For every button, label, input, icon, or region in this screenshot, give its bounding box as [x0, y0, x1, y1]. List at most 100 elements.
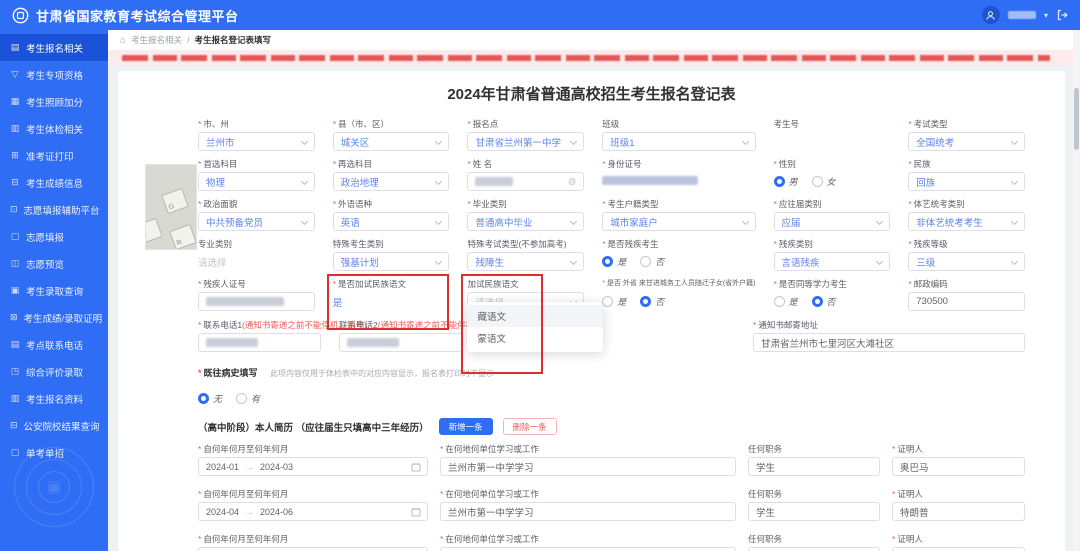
graduation-type-select[interactable]: 普通高中毕业 [467, 212, 585, 231]
user-avatar[interactable] [981, 6, 1000, 24]
duty-input[interactable]: 学生 [748, 547, 880, 551]
regpoint-select[interactable]: 甘肃省兰州第一中学 [467, 132, 585, 151]
field-duty: 任何职务 学生 [748, 488, 880, 521]
breadcrumb-section[interactable]: 考生报名相关 [131, 34, 182, 46]
sidebar-item-special-qualification[interactable]: ▽ 考生专项资格 [0, 61, 108, 88]
delete-entry-button[interactable]: 删除一条 [502, 418, 557, 435]
fresh-type-select[interactable]: 应届 [773, 212, 891, 231]
date-range-input[interactable]: 2024-07→2024-09 [198, 547, 428, 551]
field-label: 是否 外省 来甘进城务工人员随迁子女(省外户籍) [602, 278, 756, 289]
chevron-down-icon [435, 137, 443, 146]
radio-selected-icon [602, 256, 614, 267]
date-range-input[interactable]: 2024-04 → 2024-06 [198, 502, 428, 521]
ethnicity-select[interactable]: 回族 [908, 172, 1025, 191]
sidebar-item-ticket-print[interactable]: ⊞ 准考证打印 [0, 142, 108, 169]
field-phone1: 联系电话1(通知书寄递之前不能停机、销号) [198, 319, 367, 352]
sidebar-item-score-info[interactable]: ⊟ 考生成绩信息 [0, 169, 108, 196]
radio-have[interactable]: 有 [236, 392, 260, 405]
sidebar-item-comprehensive-eval[interactable]: ◳ 综合评价录取 [0, 358, 108, 385]
sidebar-item-volunteer-preview[interactable]: ◫ 志愿预览 [0, 250, 108, 277]
sidebar-item-registration-files[interactable]: ▥ 考生报名资料 [0, 385, 108, 412]
foreign-language-select[interactable]: 英语 [332, 212, 450, 231]
study-place-input[interactable]: 兰州市第十四中学学习 [440, 547, 736, 551]
political-select[interactable]: 中共预备党员 [198, 212, 315, 231]
sidebar-item-bonus-points[interactable]: ▦ 考生照顾加分 [0, 88, 108, 115]
date-range-input[interactable]: 2024-01 → 2024-03 [198, 457, 428, 476]
migrant-radio-group: 是 否 [602, 292, 755, 311]
name-input[interactable]: @ [467, 172, 585, 191]
sidebar-item-police-college-result[interactable]: ⊟ 公安院校结果查询 [0, 412, 108, 439]
radio-yes[interactable]: 是 [602, 255, 626, 268]
sidebar-item-site-phone[interactable]: ▤ 考点联系电话 [0, 331, 108, 358]
sidebar-item-physical-exam[interactable]: ▥ 考生体检相关 [0, 115, 108, 142]
scrollbar-thumb[interactable] [1074, 88, 1079, 150]
radio-no[interactable]: 否 [640, 255, 664, 268]
chevron-down-icon [435, 217, 443, 226]
field-label: 民族 [908, 158, 1025, 169]
major-type-placeholder: 请选择 [198, 258, 227, 269]
study-place-input[interactable]: 兰州市第一中学学习 [440, 502, 736, 521]
special-candidate-select[interactable]: 强基计划 [332, 252, 450, 271]
field-examtype: 考试类型 全国统考 [908, 118, 1025, 151]
field-re-subject: 再选科目 政治地理 [332, 158, 450, 191]
disability-level-select[interactable]: 三级 [908, 252, 1025, 271]
mail-address-input[interactable]: 甘肃省兰州市七里河区大滩社区 [753, 333, 1025, 352]
field-label: 证明人 [892, 488, 1025, 499]
resume-entry: 自何年何月至何年何月 2024-04→2024-06 在何地何单位学习或工作 兰… [198, 488, 1025, 528]
radio-no[interactable]: 否 [811, 295, 836, 308]
hukou-type-select[interactable]: 城市家庭户 [602, 212, 756, 231]
sidebar-item-score-proof[interactable]: ⊠ 考生成绩/录取证明 [0, 304, 108, 331]
radio-icon [811, 176, 823, 187]
radio-no[interactable]: 否 [640, 295, 664, 308]
witness-input[interactable]: 特朗普 [892, 502, 1025, 521]
dropdown-option[interactable]: 藏语文 [467, 305, 604, 327]
radio-none[interactable]: 无 [198, 392, 222, 405]
radio-yes[interactable]: 是 [602, 295, 626, 308]
field-label: 班级 [602, 119, 620, 129]
notice-text-redacted [122, 54, 1050, 61]
disability-type-select[interactable]: 言语残疾 [773, 252, 891, 271]
field-witness: 证明人 特朗普1 [892, 533, 1025, 551]
username-redacted[interactable] [1007, 11, 1036, 19]
field-mail-address: 通知书邮寄地址 甘肃省兰州市七里河区大滩社区 [753, 319, 1025, 352]
add-entry-button[interactable]: 新增一条 [438, 418, 493, 435]
special-exam-type-select[interactable]: 残障生 [467, 252, 585, 271]
sidebar-item-registration[interactable]: ▤ 考生报名相关 [0, 34, 108, 61]
radio-icon [236, 393, 248, 404]
examtype-select[interactable]: 全国统考 [908, 132, 1025, 151]
class-select[interactable]: 班级1 [602, 132, 756, 151]
sidebar-item-volunteer-assist[interactable]: ⊡ 志愿填报辅助平台 [0, 196, 108, 223]
field-label: 性别 [774, 158, 891, 169]
first-subject-select[interactable]: 物理 [198, 172, 315, 191]
witness-input[interactable]: 奥巴马 [892, 457, 1025, 476]
field-label: 自何年何月至何年何月 [198, 443, 428, 454]
study-place-input[interactable]: 兰州市第一中学学习 [440, 457, 736, 476]
logout-icon[interactable] [1056, 9, 1068, 21]
radio-female[interactable]: 女 [811, 175, 836, 188]
postcode-input[interactable]: 730500 [908, 292, 1025, 311]
phone2-input[interactable] [339, 333, 462, 352]
field-label: 在何地何单位学习或工作 [440, 488, 736, 499]
user-menu-caret-icon[interactable]: ▾ [1044, 11, 1048, 20]
sidebar-item-admission-query[interactable]: ▣ 考生录取查询 [0, 277, 108, 304]
re-subject-select[interactable]: 政治地理 [332, 172, 450, 191]
county-select[interactable]: 城关区 [332, 132, 450, 151]
art-sports-select[interactable]: 非体艺统考考生 [908, 212, 1025, 231]
chevron-down-icon [435, 257, 443, 266]
duty-input[interactable]: 学生 [748, 502, 880, 521]
home-icon[interactable]: ⌂ [120, 35, 126, 46]
duty-input[interactable]: 学生 [748, 457, 880, 476]
phone2-redacted [347, 338, 399, 347]
phone1-input[interactable] [198, 333, 321, 352]
disability-cert-input[interactable] [198, 292, 315, 311]
field-hukou-type: 考生户籍类型 城市家庭户 [602, 198, 756, 231]
field-label: 自何年何月至何年何月 [198, 488, 428, 499]
radio-yes[interactable]: 是 [773, 295, 798, 308]
field-city: 市、州 兰州市 [198, 118, 315, 151]
radio-male[interactable]: 男 [773, 175, 798, 188]
sidebar-item-volunteer-fill[interactable]: ▢ 志愿填报 [0, 223, 108, 250]
dropdown-option[interactable]: 蒙语文 [467, 327, 603, 349]
city-select[interactable]: 兰州市 [198, 132, 315, 151]
chevron-down-icon [300, 177, 308, 186]
witness-input[interactable]: 特朗普1 [892, 547, 1025, 551]
